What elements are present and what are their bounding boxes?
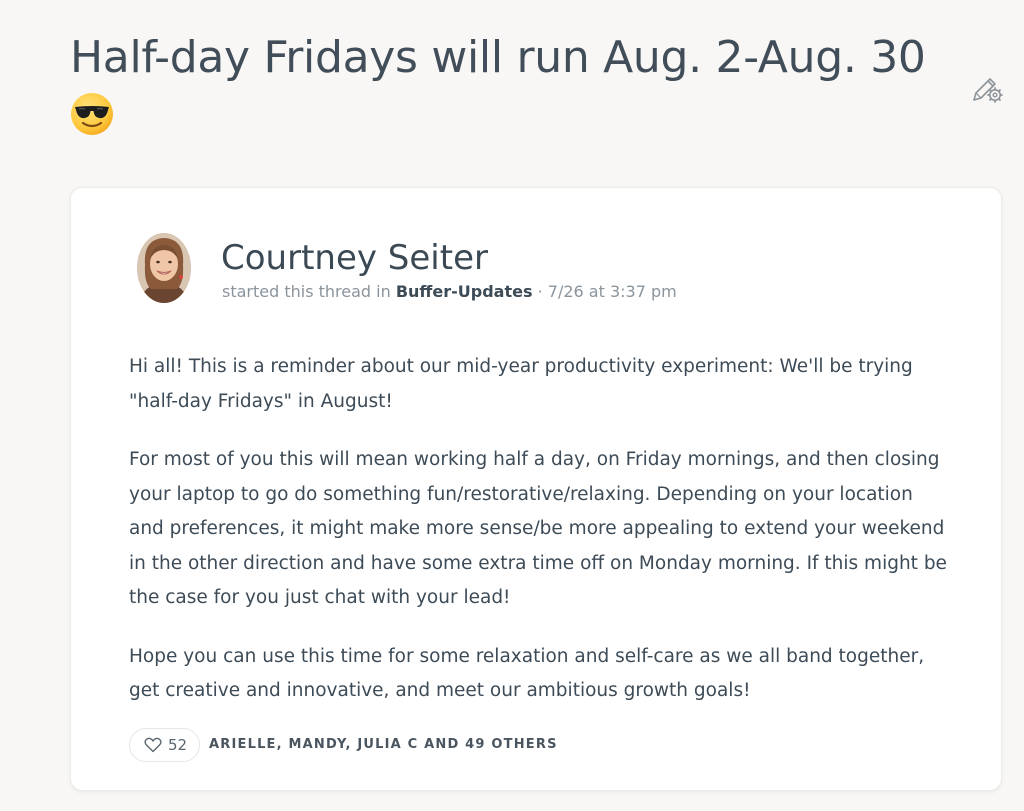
post-body: Hi all! This is a reminder about our mid… (129, 350, 949, 733)
like-count: 52 (168, 736, 188, 754)
sunglasses-emoji-icon (71, 93, 113, 135)
avatar[interactable] (137, 233, 191, 303)
post-timestamp: · 7/26 at 3:37 pm (537, 282, 677, 301)
channel-link[interactable]: Buffer-Updates (396, 282, 533, 301)
thread-title-text: Half-day Fridays will run Aug. 2-Aug. 30 (70, 32, 926, 83)
post-card: Courtney Seiter started this thread in B… (70, 187, 1002, 791)
author-name[interactable]: Courtney Seiter (221, 236, 488, 280)
thread-page: Half-day Fridays will run Aug. 2-Aug. 30 (0, 0, 1024, 811)
likers-list[interactable]: ARIELLE, MANDY, JULIA C AND 49 OTHERS (209, 737, 558, 752)
edit-thread-button[interactable] (970, 72, 1004, 106)
meta-prefix: started this thread in (222, 282, 391, 301)
post-meta: started this thread in Buffer-Updates · … (222, 282, 677, 302)
post-paragraph: Hi all! This is a reminder about our mid… (129, 356, 913, 412)
heart-icon (144, 737, 162, 753)
post-paragraph: For most of you this will mean working h… (129, 449, 947, 608)
like-button[interactable]: 52 (129, 728, 201, 762)
post-paragraph: Hope you can use this time for some rela… (129, 645, 925, 702)
pencil-gear-icon (973, 78, 1003, 103)
author-portrait (137, 233, 191, 303)
thread-title: Half-day Fridays will run Aug. 2-Aug. 30 (70, 28, 930, 136)
